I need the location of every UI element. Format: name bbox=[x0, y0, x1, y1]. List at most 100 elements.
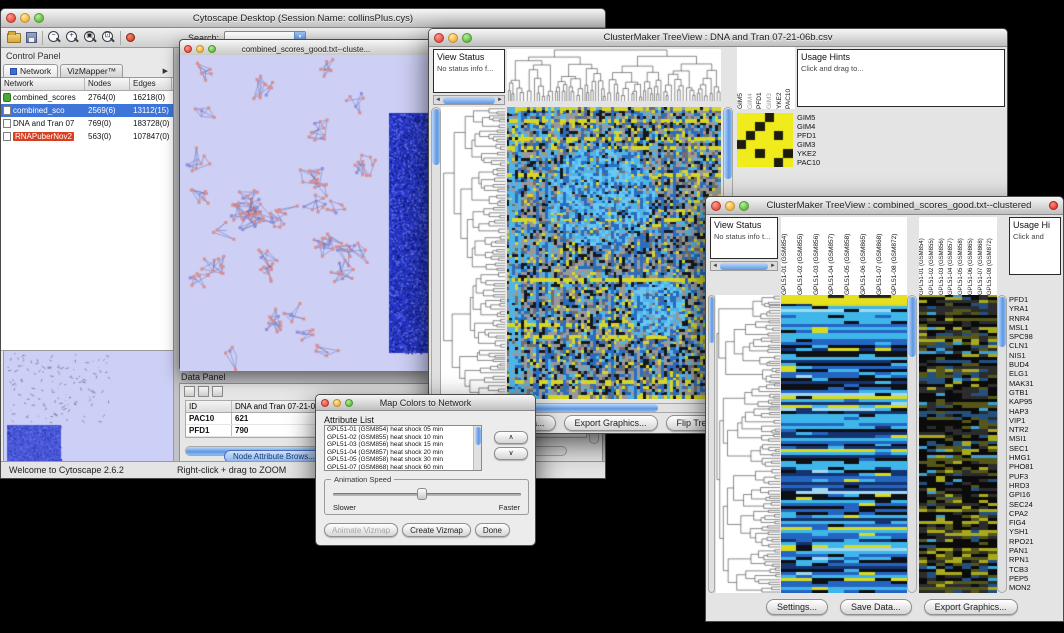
desktop: Cytoscape Desktop (Session Name: collins… bbox=[0, 0, 1064, 633]
annotation-icon[interactable] bbox=[126, 33, 135, 42]
treeview-button[interactable]: Export Graphics... bbox=[924, 599, 1018, 615]
zoom-selected-icon[interactable] bbox=[84, 31, 97, 44]
column-header-edges[interactable]: Edges bbox=[130, 78, 172, 90]
save-session-icon[interactable] bbox=[26, 32, 37, 43]
zoom-window-icon[interactable] bbox=[208, 45, 216, 53]
zoom-window-icon[interactable] bbox=[462, 33, 472, 43]
dialog-titlebar[interactable]: Map Colors to Network bbox=[316, 395, 535, 411]
gene-label: NTR2 bbox=[1009, 425, 1063, 434]
control-panel-title: Control Panel bbox=[1, 48, 173, 62]
network-row[interactable]: RNAPuberNov2 563(0) 107847(0) bbox=[1, 130, 173, 143]
scroll-left-icon[interactable]: ◄ bbox=[711, 263, 719, 269]
treeview-button[interactable]: Settings... bbox=[766, 599, 828, 615]
dialog-button[interactable]: Create Vizmap bbox=[402, 523, 471, 537]
tab-overflow-icon[interactable]: ▶ bbox=[163, 67, 171, 77]
close-icon[interactable] bbox=[711, 201, 721, 211]
scroll-right-icon[interactable]: ► bbox=[496, 97, 504, 103]
zoom-window-icon[interactable] bbox=[739, 201, 749, 211]
zoom-in-icon[interactable] bbox=[66, 31, 79, 44]
network-row[interactable]: DNA and Tran 07 769(0) 183728(0) bbox=[1, 117, 173, 130]
attribute-list-vscroll[interactable] bbox=[473, 426, 481, 470]
animation-speed-slider[interactable] bbox=[333, 493, 521, 496]
gene-label: PAN1 bbox=[1009, 546, 1063, 555]
main-titlebar[interactable]: Cytoscape Desktop (Session Name: collins… bbox=[1, 9, 605, 28]
minimize-icon[interactable] bbox=[725, 201, 735, 211]
zoom-fit-icon[interactable] bbox=[102, 31, 115, 44]
tab-network[interactable]: Network bbox=[3, 64, 58, 77]
control-panel: Control Panel Network VizMapper™ ▶ Netwo… bbox=[1, 48, 174, 461]
column-label: GIM5 bbox=[737, 47, 747, 109]
attribute-item[interactable]: GPL51-02 (GSM855) heat shock 10 min bbox=[325, 434, 481, 442]
heatmap[interactable] bbox=[507, 107, 721, 399]
gene-label: PEP5 bbox=[1009, 574, 1063, 583]
zoom-window-icon[interactable] bbox=[34, 13, 44, 23]
treeview-button[interactable]: Export Graphics... bbox=[564, 415, 658, 431]
close-icon[interactable] bbox=[434, 33, 444, 43]
gene-label: MON2 bbox=[1009, 583, 1063, 592]
column-header-id[interactable]: ID bbox=[186, 401, 232, 412]
minimize-icon[interactable] bbox=[20, 13, 30, 23]
select-attributes-icon[interactable] bbox=[198, 386, 209, 397]
control-panel-tabs: Network VizMapper™ ▶ bbox=[1, 62, 173, 78]
column-dendrogram[interactable] bbox=[507, 49, 721, 101]
gene-label: KAP95 bbox=[1009, 397, 1063, 406]
row-dendrogram[interactable] bbox=[716, 295, 780, 593]
header-scrollbar[interactable]: ◄ ► bbox=[710, 261, 778, 271]
minimize-icon[interactable] bbox=[448, 33, 458, 43]
close-icon[interactable] bbox=[184, 45, 192, 53]
attribute-item[interactable]: GPL51-03 (GSM856) heat shock 15 min bbox=[325, 441, 481, 449]
column-header-nodes[interactable]: Nodes bbox=[85, 78, 130, 90]
row-dendrogram[interactable] bbox=[441, 107, 505, 399]
attribute-item[interactable]: GPL51-04 (GSM857) heat shock 20 min bbox=[325, 449, 481, 457]
scroll-left-icon[interactable]: ◄ bbox=[434, 97, 442, 103]
heatmap-hscroll[interactable] bbox=[507, 403, 721, 413]
new-attribute-icon[interactable] bbox=[212, 386, 223, 397]
column-header-network[interactable]: Network bbox=[1, 78, 85, 90]
column-label: GPL51-05 (GSM858) bbox=[844, 217, 860, 295]
global-vscroll[interactable] bbox=[997, 295, 1007, 593]
close-icon[interactable] bbox=[6, 13, 16, 23]
minimize-icon[interactable] bbox=[196, 45, 204, 53]
treeview-dna-titlebar[interactable]: ClusterMaker TreeView : DNA and Tran 07-… bbox=[429, 29, 1007, 47]
window-controls bbox=[6, 13, 44, 23]
network-view-canvas[interactable] bbox=[180, 55, 432, 371]
heatmap-global[interactable] bbox=[919, 295, 997, 593]
status-hint: Right-click + drag to ZOOM bbox=[177, 465, 286, 475]
attribute-item[interactable]: GPL51-01 (GSM854) heat shock 05 min bbox=[325, 426, 481, 434]
window-title: Map Colors to Network bbox=[357, 398, 494, 408]
view-status-text: No status info f... bbox=[437, 64, 501, 73]
close-icon[interactable] bbox=[321, 399, 329, 407]
tab-vizmapper[interactable]: VizMapper™ bbox=[60, 64, 123, 77]
header-scrollbar[interactable]: ◄ ► bbox=[433, 95, 505, 105]
attribute-item[interactable]: GPL51-07 (GSM868) heat shock 60 min bbox=[325, 464, 481, 471]
dendrogram-vscroll[interactable] bbox=[708, 295, 715, 593]
column-label: GPL51-03 (GSM856) bbox=[939, 217, 949, 295]
treeview-buttons: Data...Export Graphics...Flip Tree N bbox=[507, 415, 732, 431]
dialog-button[interactable]: Animate Vizmap bbox=[324, 523, 398, 537]
slider-knob[interactable] bbox=[417, 488, 427, 500]
open-session-icon[interactable] bbox=[7, 33, 21, 43]
treeview-button[interactable]: Save Data... bbox=[840, 599, 912, 615]
network-row[interactable]: combined_sco 2569(6) 13112(15) bbox=[1, 104, 173, 117]
dialog-button[interactable]: Done bbox=[475, 523, 510, 537]
table-icon[interactable] bbox=[184, 386, 195, 397]
heatmap-vscroll[interactable] bbox=[907, 295, 917, 593]
scrollbar-thumb[interactable] bbox=[443, 97, 495, 104]
zoom-out-icon[interactable] bbox=[48, 31, 61, 44]
zoom-window-icon[interactable] bbox=[345, 399, 353, 407]
attribute-list[interactable]: GPL51-01 (GSM854) heat shock 05 minGPL51… bbox=[324, 425, 482, 471]
network-overview-thumbnail[interactable] bbox=[3, 350, 174, 465]
move-up-button[interactable]: ∧ bbox=[494, 431, 528, 444]
heatmap-zoom[interactable] bbox=[781, 295, 907, 593]
gene-label: HAP3 bbox=[1009, 407, 1063, 416]
scroll-right-icon[interactable]: ► bbox=[769, 263, 777, 269]
gene-label: MAK31 bbox=[1009, 379, 1063, 388]
treeview-combined-titlebar[interactable]: ClusterMaker TreeView : combined_scores_… bbox=[706, 197, 1063, 215]
move-down-button[interactable]: ∨ bbox=[494, 447, 528, 460]
minimize-icon[interactable] bbox=[333, 399, 341, 407]
scrollbar-thumb[interactable] bbox=[720, 263, 768, 270]
network-row[interactable]: combined_scores 2764(0) 16218(0) bbox=[1, 91, 173, 104]
attribute-item[interactable]: GPL51-05 (GSM858) heat shock 30 min bbox=[325, 456, 481, 464]
dendrogram-vscroll[interactable] bbox=[431, 107, 441, 399]
zoom-matrix[interactable] bbox=[737, 113, 793, 167]
